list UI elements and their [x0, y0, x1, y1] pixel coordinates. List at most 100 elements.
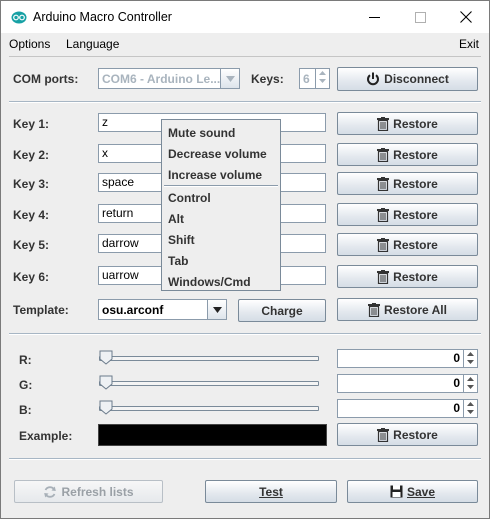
menu-exit[interactable]: Exit	[459, 37, 479, 51]
spinner-down-icon[interactable]	[464, 358, 477, 366]
template-arrow	[207, 300, 226, 319]
blue-slider-track[interactable]	[99, 406, 319, 411]
disconnect-button[interactable]: Disconnect	[337, 67, 478, 91]
key-2-label: Key 2:	[13, 148, 50, 162]
example-label: Example:	[19, 429, 73, 443]
spinner-up-icon[interactable]	[464, 375, 477, 383]
blue-value: 0	[453, 401, 460, 415]
restore-all-button[interactable]: Restore All	[337, 298, 478, 321]
trash-icon	[377, 207, 390, 222]
spinner-down-icon[interactable]	[464, 383, 477, 391]
red-value: 0	[453, 351, 460, 365]
com-ports-arrow	[220, 69, 239, 88]
popup-item-control[interactable]: Control	[168, 191, 211, 205]
keys-label: Keys:	[251, 72, 284, 86]
template-label: Template:	[13, 303, 69, 317]
minimize-button[interactable]	[351, 1, 397, 33]
popup-item-increase-volume[interactable]: Increase volume	[168, 168, 262, 182]
green-slider-thumb[interactable]	[99, 375, 113, 390]
menu-bar: Options Language Exit	[1, 33, 489, 55]
template-value: osu.arconf	[102, 303, 164, 317]
disconnect-label: Disconnect	[384, 72, 449, 86]
restore-label: Restore	[393, 147, 438, 162]
key-5-restore-button[interactable]: Restore	[337, 233, 478, 256]
restore-label: Restore	[393, 427, 438, 442]
refresh-icon	[44, 485, 57, 498]
restore-label: Restore	[393, 237, 438, 252]
charge-button[interactable]: Charge	[238, 299, 326, 322]
key-2-restore-button[interactable]: Restore	[337, 143, 478, 166]
title-bar: Arduino Macro Controller	[1, 1, 489, 33]
com-ports-value: COM6 - Arduino Le...	[102, 72, 221, 86]
key-3-restore-button[interactable]: Restore	[337, 172, 478, 195]
spinner-up-icon[interactable]	[316, 69, 329, 77]
popup-item-shift[interactable]: Shift	[168, 233, 195, 247]
key-1-label: Key 1:	[13, 117, 50, 131]
keys-spinner-buttons	[315, 69, 329, 88]
maximize-icon	[414, 11, 426, 23]
trash-icon	[377, 269, 390, 284]
popup-item-decrease-volume[interactable]: Decrease volume	[168, 147, 267, 161]
save-label: Save	[406, 484, 436, 499]
arduino-logo-icon	[11, 11, 27, 24]
test-label: Test	[259, 484, 283, 499]
key-4-label: Key 4:	[13, 208, 50, 222]
restore-label: Restore	[393, 269, 438, 284]
popup-item-mute-sound[interactable]: Mute sound	[168, 126, 235, 140]
red-slider-thumb[interactable]	[99, 350, 113, 365]
green-value-spinner[interactable]: 0	[337, 374, 478, 393]
refresh-lists-label: Refresh lists	[61, 484, 134, 499]
key-6-label: Key 6:	[13, 270, 50, 284]
blue-label: B:	[19, 403, 32, 417]
chevron-down-icon	[225, 75, 235, 82]
restore-label: Restore	[393, 207, 438, 222]
spinner-up-icon[interactable]	[464, 350, 477, 358]
trash-icon	[377, 116, 390, 131]
red-value-spinner[interactable]: 0	[337, 349, 478, 368]
trash-icon	[377, 427, 390, 442]
close-icon	[460, 11, 472, 23]
maximize-button[interactable]	[397, 1, 443, 33]
example-color-swatch	[98, 424, 327, 446]
trash-icon	[377, 147, 390, 162]
blue-slider-thumb[interactable]	[99, 400, 113, 415]
green-value: 0	[453, 376, 460, 390]
com-ports-select[interactable]: COM6 - Arduino Le...	[98, 68, 240, 89]
key-5-label: Key 5:	[13, 238, 50, 252]
key-6-restore-button[interactable]: Restore	[337, 265, 478, 288]
popup-item-alt[interactable]: Alt	[168, 212, 184, 226]
green-slider-track[interactable]	[99, 381, 319, 386]
red-spinner-buttons	[463, 350, 477, 367]
com-ports-label: COM ports:	[13, 72, 79, 86]
spinner-up-icon[interactable]	[464, 400, 477, 408]
keys-count-spinner[interactable]: 6	[299, 68, 330, 89]
green-label: G:	[19, 378, 33, 392]
restore-label: Restore	[393, 116, 438, 131]
floppy-disk-icon	[390, 485, 403, 498]
popup-item-tab[interactable]: Tab	[168, 254, 188, 268]
key-popup-menu: Mute sound Decrease volume Increase volu…	[161, 119, 281, 291]
close-button[interactable]	[443, 1, 489, 33]
color-restore-button[interactable]: Restore	[337, 423, 478, 446]
spinner-down-icon[interactable]	[464, 408, 477, 416]
save-button[interactable]: Save	[347, 480, 478, 503]
spinner-down-icon[interactable]	[316, 77, 329, 85]
trash-icon	[377, 176, 390, 191]
refresh-lists-button[interactable]: Refresh lists	[14, 480, 163, 503]
key-1-restore-button[interactable]: Restore	[337, 112, 478, 135]
restore-label: Restore	[393, 176, 438, 191]
red-slider-track[interactable]	[99, 356, 319, 361]
menu-options[interactable]: Options	[9, 37, 50, 51]
menu-language[interactable]: Language	[66, 37, 119, 51]
test-button[interactable]: Test	[205, 480, 337, 503]
popup-item-windows-cmd[interactable]: Windows/Cmd	[168, 275, 251, 289]
charge-label: Charge	[261, 303, 303, 318]
trash-icon	[368, 302, 381, 317]
popup-separator	[164, 185, 278, 187]
key-4-restore-button[interactable]: Restore	[337, 203, 478, 226]
window-title: Arduino Macro Controller	[33, 10, 172, 24]
template-select[interactable]: osu.arconf	[98, 299, 227, 320]
minimize-icon	[368, 16, 380, 18]
divider-1	[9, 101, 481, 103]
blue-value-spinner[interactable]: 0	[337, 399, 478, 418]
